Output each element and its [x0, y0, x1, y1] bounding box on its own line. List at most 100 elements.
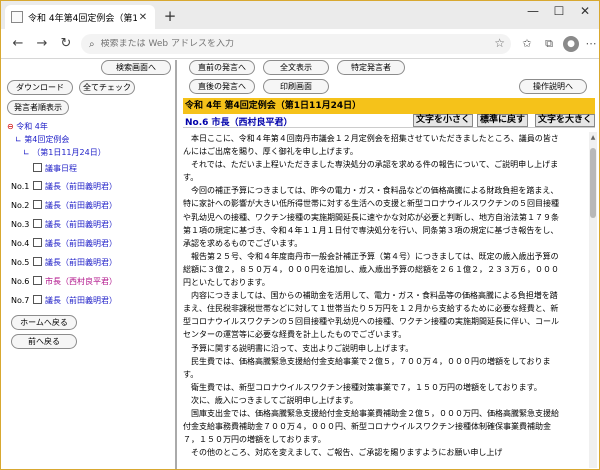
font-smaller-button[interactable]: 文字を小さく [413, 114, 474, 127]
checkbox[interactable] [33, 276, 42, 285]
more-menu-icon[interactable]: ⋯ [583, 36, 599, 52]
speaker-item-5[interactable]: No.5 議長（前田義明君） [11, 257, 117, 268]
new-tab-button[interactable]: + [161, 7, 179, 25]
back-arrow-icon[interactable]: ← [9, 35, 27, 53]
address-input[interactable] [100, 39, 471, 49]
forward-arrow-icon[interactable]: → [33, 35, 51, 53]
help-button[interactable]: 操作説明へ [519, 79, 587, 94]
close-tab-icon[interactable]: ✕ [137, 12, 149, 23]
speaker-item-2[interactable]: No.2 議長（前田義明君） [11, 200, 117, 211]
text-line: 円といたしております。 [183, 278, 270, 288]
speaker-item-1[interactable]: No.1 議長（前田義明君） [11, 181, 117, 192]
text-line: 今回の補正予算につきましては、昨今の電力・ガス・食料品などの価格高騰による財政負… [183, 186, 559, 196]
download-button[interactable]: ダウンロード [7, 80, 73, 95]
speaker-number: No.6 [11, 277, 30, 286]
text-line: 予算に関する説明書に沿って、支出よりご説明申し上げます。 [183, 343, 414, 353]
text-line: 国庫支出金では、価格高騰緊急支援給付金支給事業費補助金２億５，０００万円、価格高… [183, 408, 559, 418]
speech-text: 本日ここに、令和４年第４回南丹市議会１２月定例会を招集させていただきましたところ… [183, 132, 587, 468]
address-toolbar: ← → ↻ ⌕ ☆ ✩ ⧉ ● ⋯ [1, 29, 599, 59]
checkbox[interactable] [33, 181, 42, 190]
text-line: 第１項の規定に基づき、令和４年１１月１日付で専決処分を行い、同条第３項の規定に基… [183, 225, 559, 235]
font-larger-button[interactable]: 文字を大きく [535, 114, 596, 127]
navigation-pane: 検索画面へ ダウンロード 全てチェック 発言者順表示 ⊖ 令和 4年 ∟ 第4回… [1, 60, 177, 469]
speaker-name: 議長（前田義明君） [45, 239, 117, 248]
collapse-icon: ⊖ [7, 122, 14, 131]
text-line: 特に家計への影響が大きい低所得世帯に対する生活への支援と新型コロナウイルスワクチ… [183, 199, 559, 209]
speaker-number: No.5 [11, 258, 30, 267]
speaker-item-3[interactable]: No.3 議長（前田義明君） [11, 219, 117, 230]
tree-year[interactable]: ⊖ 令和 4年 [7, 121, 48, 132]
text-line: 総額に３億２，８５０万４，０００円を追加し、歳入歳出予算の総額を２６１億２，２３… [183, 264, 559, 274]
minimize-button[interactable]: — [521, 4, 545, 18]
profile-avatar[interactable]: ● [563, 36, 579, 52]
text-line: す。 [183, 369, 199, 379]
text-line: す。 [183, 173, 199, 183]
tab-title: 令和 4年第4回定例会（第1日11/ [28, 13, 137, 24]
current-speaker: No.6 市長（西村良平君） [185, 118, 293, 128]
next-speech-button[interactable]: 直後の発言へ [189, 79, 255, 94]
prev-speech-button[interactable]: 直前の発言へ [189, 60, 255, 75]
text-line: 民生費では、価格高騰緊急支援給付金支給事業で２億５，７００万４，０００円の増額を… [183, 356, 551, 366]
font-normal-button[interactable]: 標準に戻す [477, 114, 529, 127]
tab-strip: 令和 4年第4回定例会（第1日11/ ✕ + — ☐ ✕ [1, 1, 599, 29]
tree-year-label: 令和 4年 [16, 122, 48, 131]
branch-icon: ∟ [15, 135, 22, 144]
full-text-button[interactable]: 全文表示 [263, 60, 329, 75]
speaker-item-7[interactable]: No.7 議長（前田義明君） [11, 295, 117, 306]
meeting-header: 令和 4年 第4回定例会（第1日11月24日） [183, 98, 595, 114]
speaker-name: 議長（前田義明君） [45, 258, 117, 267]
checkbox[interactable] [33, 200, 42, 209]
close-window-button[interactable]: ✕ [573, 4, 597, 18]
vertical-scrollbar[interactable]: ▲ [589, 132, 597, 468]
browser-window: 令和 4年第4回定例会（第1日11/ ✕ + — ☐ ✕ ← → ↻ ⌕ ☆ ✩… [0, 0, 600, 470]
text-line: その他のところ、対応を変えまして、ご報告、ご承認を賜りますようにお願い申し上げ [183, 448, 503, 458]
speaker-number: No.7 [11, 296, 30, 305]
text-line: まえ、住民税非課税世帯などに対して１世帯当たり５万円を１２月から支給するために必… [183, 304, 559, 314]
scroll-thumb[interactable] [590, 148, 596, 218]
speaker-item-4[interactable]: No.4 議長（前田義明君） [11, 238, 117, 249]
scroll-up-icon[interactable]: ▲ [589, 134, 597, 141]
text-line: それでは、ただいま上程いただきました専決処分の承認を求める件の報告について、ご説… [183, 160, 559, 170]
checkbox[interactable] [33, 295, 42, 304]
home-button[interactable]: ホームへ戻る [11, 315, 77, 330]
tree-session[interactable]: ∟ 第4回定例会 [15, 134, 69, 145]
checkbox[interactable] [33, 238, 42, 247]
speaker-order-button[interactable]: 発言者順表示 [7, 100, 69, 115]
text-line: や乳幼児への接種、ワクチン接種の実施期間延長に速やかな対応が必要と判断し、地方自… [183, 212, 559, 222]
favorites-icon[interactable]: ✩ [519, 36, 535, 52]
print-screen-button[interactable]: 印刷画面 [263, 79, 329, 94]
checkbox[interactable] [33, 219, 42, 228]
speaker-name: 議長（前田義明君） [45, 201, 117, 210]
text-line: 付金支給事務費補助金７００万４，０００円、新型コロナウイルスワクチン接種体制確保… [183, 422, 551, 432]
search-screen-button[interactable]: 検索画面へ [101, 60, 171, 75]
favorite-star-icon[interactable]: ☆ [494, 36, 505, 50]
tree-day[interactable]: ∟ （第1日11月24日） [23, 147, 106, 158]
speaker-item-6[interactable]: No.6 市長（西村良平君） [11, 276, 117, 287]
specific-speaker-button[interactable]: 特定発言者 [337, 60, 405, 75]
speaker-bar: No.6 市長（西村良平君） 文字を小さく 標準に戻す 文字を大きく [183, 114, 596, 128]
text-line: 衛生費では、新型コロナウイルスワクチン接種対策事業で７，１５０万円の増額をしてお… [183, 382, 542, 392]
browser-tab[interactable]: 令和 4年第4回定例会（第1日11/ ✕ [5, 5, 155, 29]
text-line: ７，１５０万円の増額をしております。 [183, 435, 326, 445]
back-button[interactable]: 前へ戻る [11, 334, 77, 349]
speaker-name: 議長（前田義明君） [45, 182, 117, 191]
tree-session-label: 第4回定例会 [24, 135, 70, 144]
speaker-number: No.4 [11, 239, 30, 248]
speaker-name: 議長（前田義明君） [45, 220, 117, 229]
address-bar[interactable]: ⌕ ☆ [81, 34, 511, 54]
refresh-icon[interactable]: ↻ [57, 35, 75, 53]
branch-icon: ∟ [23, 148, 30, 157]
collections-icon[interactable]: ⧉ [541, 36, 557, 52]
checkbox[interactable] [33, 163, 42, 172]
speaker-number: No.3 [11, 220, 30, 229]
speaker-number: No.2 [11, 201, 30, 210]
text-line: 次に、歳入につきましてご説明申し上げます。 [183, 395, 358, 405]
text-line: 報告第２５号、令和４年度南丹市一般会計補正予算（第４号）につきましては、既定の歳… [183, 251, 559, 261]
text-line: 本日ここに、令和４年第４回南丹市議会１２月定例会を招集させていただきましたところ… [183, 134, 559, 143]
schedule-item[interactable]: 議事日程 [11, 163, 77, 174]
check-all-button[interactable]: 全てチェック [79, 80, 135, 95]
checkbox[interactable] [33, 257, 42, 266]
text-line: んにはご出席を賜り、厚く御礼を申し上げます。 [183, 147, 358, 157]
document-pane: 直前の発言へ 全文表示 特定発言者 直後の発言へ 印刷画面 操作説明へ 令和 4… [179, 60, 599, 469]
maximize-button[interactable]: ☐ [547, 4, 571, 18]
